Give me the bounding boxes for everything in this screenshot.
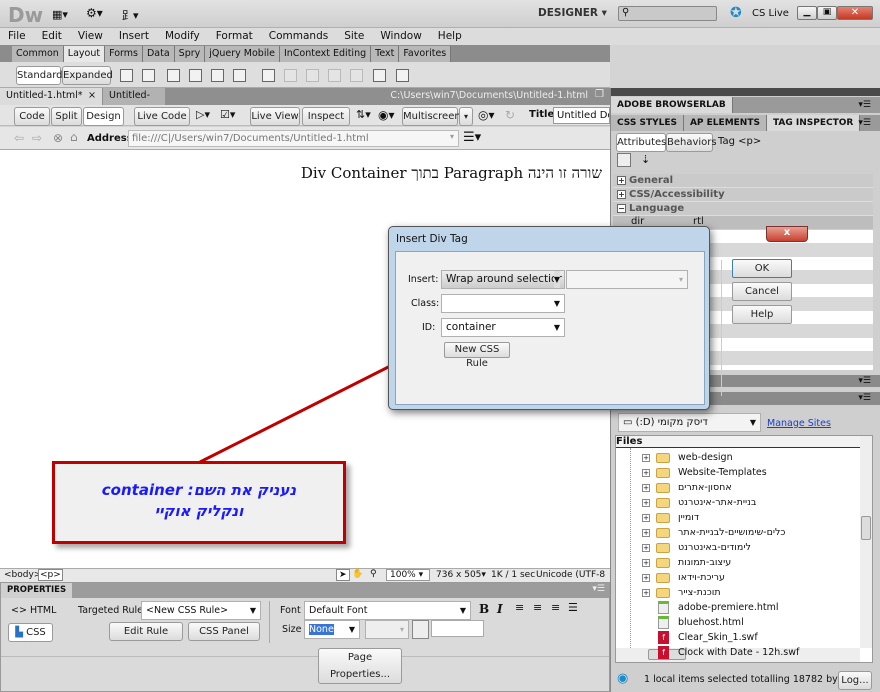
new-css-rule-button[interactable]: New CSS Rule	[444, 342, 510, 369]
id-label: ID:	[422, 322, 436, 333]
cancel-button[interactable]: Cancel	[732, 282, 792, 301]
dialog-title: Insert Div Tag	[396, 233, 468, 245]
dialog-close-icon[interactable]: x	[766, 226, 808, 242]
insert-target-select: ▾	[566, 270, 688, 289]
id-value: container	[446, 321, 496, 333]
divider	[721, 260, 722, 396]
instruction-callout: נעניק את השם: container ונקליק אוקיי	[52, 461, 346, 544]
chevron-down-icon: ▾	[678, 275, 683, 284]
class-select[interactable]: ▼	[441, 294, 565, 313]
ok-button[interactable]: OK	[732, 259, 792, 278]
chevron-down-icon: ▼	[553, 323, 560, 332]
id-select[interactable]: container ▼	[441, 318, 565, 337]
insert-div-tag-dialog: Insert Div Tag x Insert: Wrap around sel…	[388, 226, 808, 410]
chevron-down-icon: ▼	[553, 271, 560, 288]
dialog-body: Insert: Wrap around selectior ▼ ▾ Class: …	[395, 251, 722, 405]
class-label: Class:	[411, 298, 440, 309]
help-button[interactable]: Help	[732, 305, 792, 324]
chevron-down-icon: ▼	[553, 299, 560, 308]
insert-select[interactable]: Wrap around selectior ▼	[441, 270, 565, 289]
callout-line-1: נעניק את השם: container	[101, 481, 297, 499]
insert-label: Insert:	[408, 274, 439, 285]
callout-line-2: ונקליק אוקיי	[154, 502, 244, 520]
insert-value: Wrap around selectior	[446, 273, 562, 285]
